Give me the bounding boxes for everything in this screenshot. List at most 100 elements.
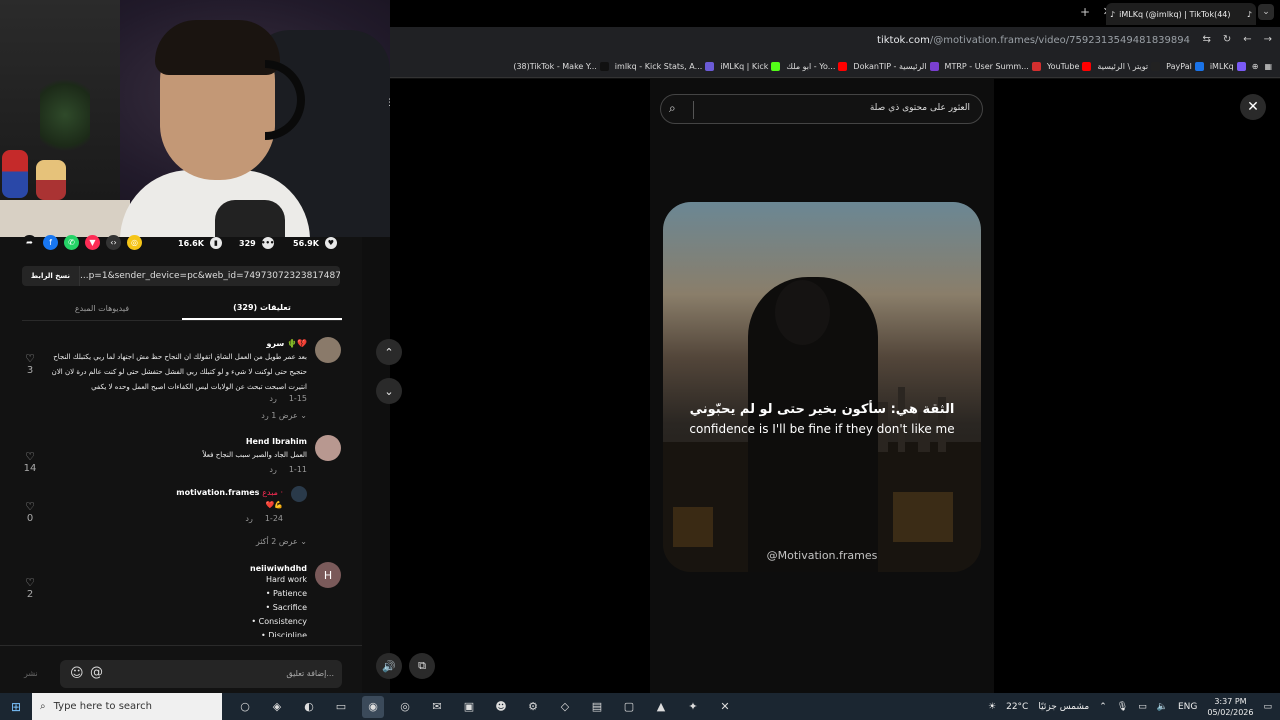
bookmark-item[interactable]: DokanTIP - الرئيسية <box>853 61 939 71</box>
edge-icon[interactable]: ◐ <box>298 696 320 718</box>
language-indicator[interactable]: ENG <box>1178 702 1197 712</box>
network-icon[interactable]: ▭ <box>1138 702 1147 712</box>
weather-temp[interactable]: 22°C <box>1006 702 1028 712</box>
comment-like[interactable]: ♡ 0 <box>22 500 38 524</box>
windows-start-icon[interactable]: ⊞ <box>0 693 32 720</box>
heart-outline-icon[interactable]: ♡ <box>25 352 35 365</box>
comments-stat[interactable]: 329 ••• <box>239 237 274 249</box>
heart-outline-icon[interactable]: ♡ <box>25 450 35 463</box>
reply-link[interactable]: رد <box>269 465 276 474</box>
comment-like[interactable]: ♡ 3 <box>22 352 38 376</box>
bookmark-item[interactable]: تويتر \ الرئيسية <box>1097 61 1161 71</box>
steam-icon[interactable]: ⚙ <box>522 696 544 718</box>
comment-icon[interactable]: ••• <box>261 237 274 249</box>
excel-icon[interactable]: ✕ <box>714 696 736 718</box>
tab-creator-videos[interactable]: فيديوهات المبدع <box>22 297 182 320</box>
bookmark-item[interactable]: imlkq - Kick Stats, A... <box>615 61 715 71</box>
bookmark-item[interactable]: iMLKq | Kick <box>720 61 781 71</box>
comment-author[interactable]: neiiwiwhdhd <box>250 564 307 573</box>
reply-link[interactable]: رد <box>269 394 276 403</box>
obs-icon[interactable]: ◎ <box>394 696 416 718</box>
tab-menu-chevron-icon[interactable]: ⌄ <box>1258 4 1274 20</box>
new-tab-icon[interactable]: + <box>1080 5 1090 19</box>
chevron-up-icon[interactable]: ⌃ <box>1099 702 1107 712</box>
emoji-icon[interactable]: ☺ <box>70 666 84 681</box>
saves-stat[interactable]: 16.6K ▮ <box>178 237 222 249</box>
comment-author[interactable]: سرو 🌵💔 <box>266 339 307 348</box>
more-options-icon[interactable]: ⋮ <box>385 98 395 114</box>
search-icon[interactable]: ⌕ <box>669 101 676 116</box>
globe-icon[interactable]: ⊕ <box>1252 62 1259 71</box>
app-icon[interactable]: ▣ <box>458 696 480 718</box>
microphone-icon[interactable]: 🎙 <box>1117 702 1128 712</box>
weather-text[interactable]: مشمس جزئيًا <box>1038 702 1089 712</box>
tab-tiktok[interactable]: ♪ iMLKq (@imlkq) | TikTok(44) ♪ <box>1106 3 1256 25</box>
volume-button[interactable]: 🔊 <box>376 653 402 679</box>
embed-icon[interactable]: ‹› <box>106 235 121 250</box>
video-action-bar: ➦ f ✆ ▼ ‹› ◎ 16.6K ▮ 329 ••• 56.9K ♥ <box>0 235 362 251</box>
related-search-bar[interactable]: ⌕ العثور على محتوى ذي صلة <box>660 94 983 124</box>
likes-stat[interactable]: 56.9K ♥ <box>293 237 337 249</box>
heart-outline-icon[interactable]: ♡ <box>25 500 35 513</box>
bookmark-icon[interactable]: ▮ <box>209 237 222 249</box>
whatsapp-icon[interactable]: ✆ <box>64 235 79 250</box>
bookmark-item[interactable]: MTRP - User Summ... <box>945 61 1041 71</box>
file-explorer-icon[interactable]: ▭ <box>330 696 352 718</box>
view-more-replies[interactable]: عرض 2 أكثر ⌄ <box>256 537 307 546</box>
speaker-icon[interactable]: 🔈 <box>1157 702 1168 712</box>
avatar[interactable]: H <box>315 562 341 588</box>
send-icon[interactable]: ▼ <box>85 235 100 250</box>
bookmark-item[interactable]: iMLKq <box>1210 61 1246 71</box>
store-icon[interactable]: ▤ <box>586 696 608 718</box>
reload-icon[interactable]: ↻ <box>1223 34 1231 45</box>
translate-icon[interactable]: ⇆ <box>1202 34 1210 45</box>
previous-video-button[interactable]: ⌃ <box>376 339 402 365</box>
heart-outline-icon[interactable]: ♡ <box>25 576 35 589</box>
notifications-icon[interactable]: ▭ <box>1263 702 1272 712</box>
tab-comments[interactable]: (329) تعليقات <box>182 297 342 320</box>
vlc-icon[interactable]: ▲ <box>650 696 672 718</box>
discord-icon[interactable]: ☻ <box>490 696 512 718</box>
comment-input[interactable]: ☺ @ إضافة تعليق... <box>60 660 342 688</box>
window-icon[interactable]: ▢ <box>618 696 640 718</box>
mini-player-button[interactable]: ⧉ <box>409 653 435 679</box>
bookmark-item[interactable]: ابو ملك - Yo... <box>786 61 848 71</box>
next-video-button[interactable]: ⌄ <box>376 378 402 404</box>
close-video-button[interactable]: ✕ <box>1240 94 1266 120</box>
reply-link[interactable]: رد <box>245 514 252 523</box>
avatar[interactable] <box>315 337 341 363</box>
comment-author[interactable]: Hend Ibrahim <box>246 437 307 446</box>
copilot-icon[interactable]: ◈ <box>266 696 288 718</box>
avatar[interactable] <box>315 435 341 461</box>
bookmark-item[interactable]: YouTube <box>1047 61 1092 71</box>
post-button[interactable]: نشر <box>24 669 38 678</box>
coin-icon[interactable]: ◎ <box>127 235 142 250</box>
mention-icon[interactable]: @ <box>90 665 103 680</box>
taskbar-search[interactable]: ⌕ Type here to search <box>32 693 222 720</box>
teams-icon[interactable]: ◇ <box>554 696 576 718</box>
bookmark-item[interactable]: (38)TikTok - Make Y... <box>513 61 609 71</box>
app-red-icon[interactable]: ✦ <box>682 696 704 718</box>
comment-like[interactable]: ♡ 14 <box>22 450 38 474</box>
comment-like[interactable]: ♡ 2 <box>22 576 38 600</box>
share-arrow-icon[interactable]: ➦ <box>22 235 37 250</box>
back-icon[interactable]: ← <box>1243 34 1251 45</box>
mail-icon[interactable]: ✉ <box>426 696 448 718</box>
all-bookmarks-icon[interactable]: ▦ <box>1264 62 1272 71</box>
share-url[interactable]: ...p=1&sender_device=pc&web_id=749730723… <box>80 271 340 281</box>
view-replies[interactable]: عرض 1 رد ⌄ <box>261 411 307 420</box>
comment-author[interactable]: motivation.frames مبدع · <box>176 488 283 497</box>
avatar[interactable] <box>291 486 307 502</box>
facebook-icon[interactable]: f <box>43 235 58 250</box>
weather-icon[interactable]: ☀ <box>988 702 996 712</box>
task-view-icon[interactable]: ○ <box>234 696 256 718</box>
heart-icon[interactable]: ♥ <box>324 237 337 249</box>
video-player[interactable]: الثقة هي: سأكون بخير حتى لو لم يحبّوني c… <box>663 202 981 572</box>
address-bar[interactable]: tiktok.com/@motivation.frames/video/7592… <box>390 27 1280 55</box>
bookmark-item[interactable]: PayPal <box>1166 61 1204 71</box>
copy-link-button[interactable]: نسخ الرابط <box>22 266 80 286</box>
url-text[interactable]: tiktok.com/@motivation.frames/video/7592… <box>877 35 1190 46</box>
forward-icon[interactable]: → <box>1264 34 1272 45</box>
chrome-icon[interactable]: ◉ <box>362 695 384 718</box>
clock[interactable]: 3:37 PM 05/02/2026 <box>1207 696 1253 718</box>
